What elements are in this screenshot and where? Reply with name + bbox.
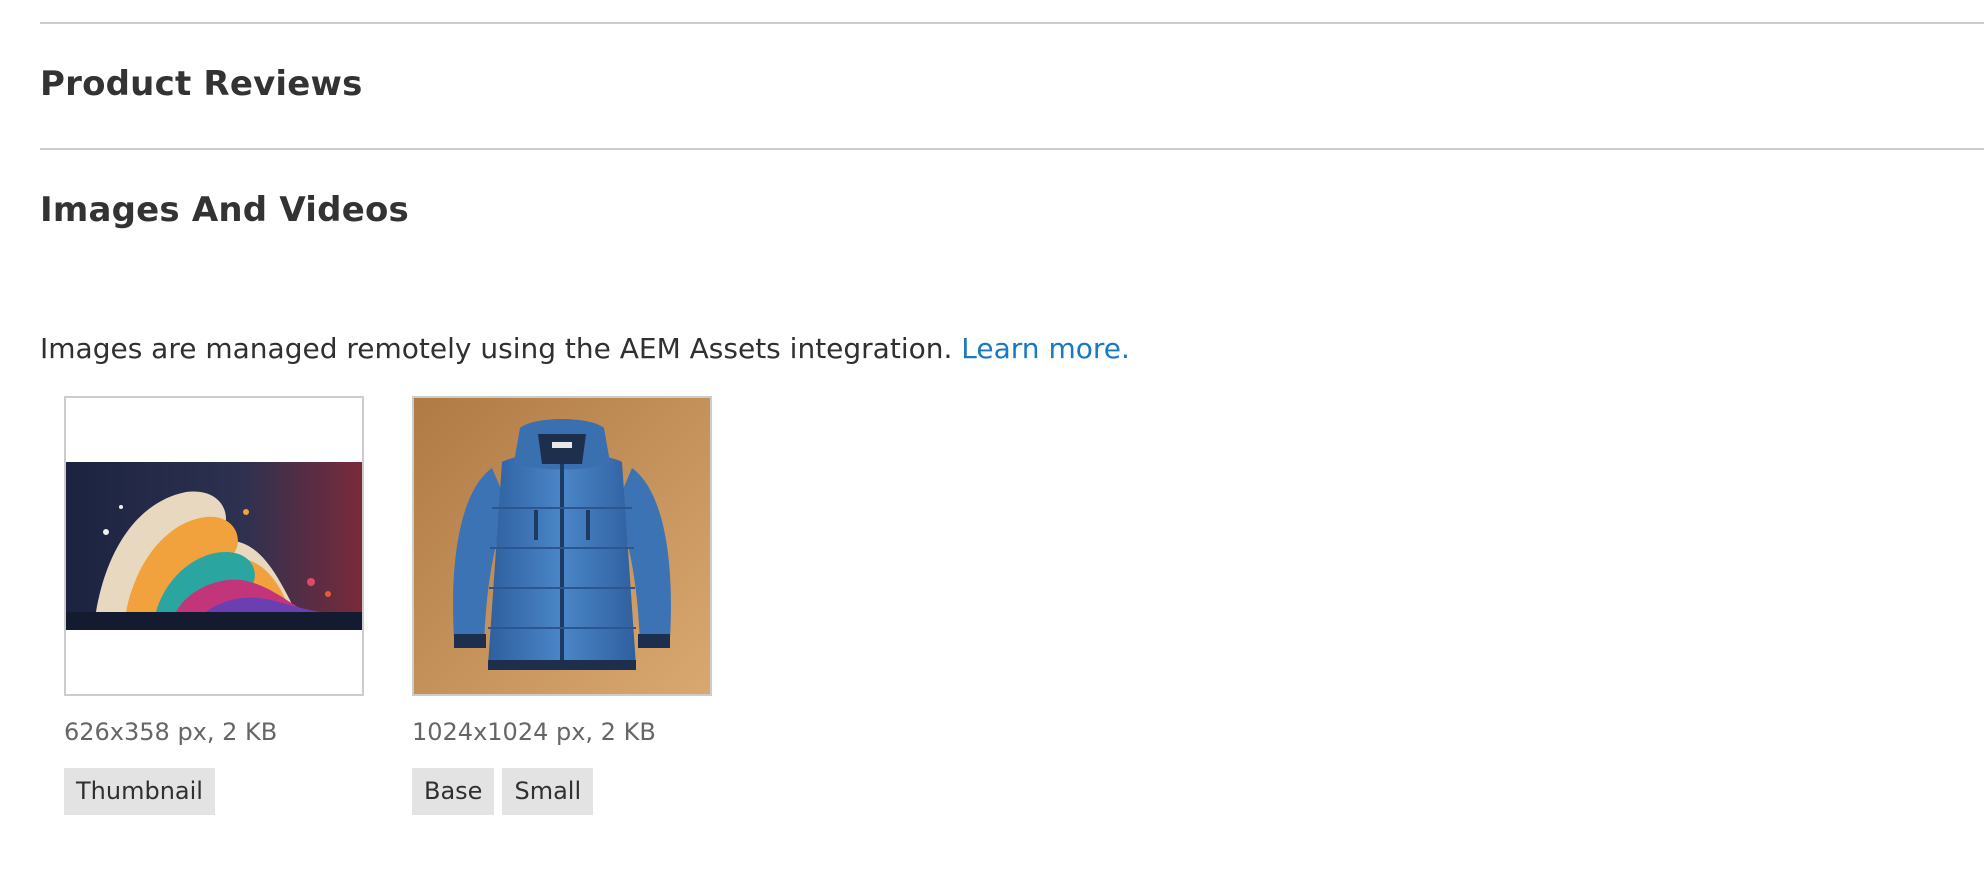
images-and-videos-header[interactable]: Images And Videos — [40, 190, 409, 230]
learn-more-link[interactable]: Learn more. — [961, 332, 1130, 365]
image-roles: Thumbnail — [64, 768, 364, 815]
image-dimensions: 1024x1024 px, 2 KB — [412, 718, 656, 746]
image-roles: Base Small — [412, 768, 712, 815]
image-tile[interactable]: 1024x1024 px, 2 KB Base Small — [412, 396, 712, 815]
role-badge-small: Small — [502, 768, 594, 815]
image-dimensions: 626x358 px, 2 KB — [64, 718, 278, 746]
notice-text: Images are managed remotely using the AE… — [40, 332, 953, 365]
role-badge-base: Base — [412, 768, 495, 815]
aem-assets-notice: Images are managed remotely using the AE… — [40, 332, 1130, 365]
role-badge-thumbnail: Thumbnail — [64, 768, 215, 815]
product-reviews-header[interactable]: Product Reviews — [40, 64, 363, 104]
top-divider — [40, 22, 1984, 24]
image-preview[interactable] — [412, 396, 712, 696]
abstract-splash-image — [66, 462, 362, 630]
image-preview[interactable] — [64, 396, 364, 696]
image-tile[interactable]: 626x358 px, 2 KB Thumbnail — [64, 396, 364, 815]
product-edit-page: Product Reviews Images And Videos Images… — [0, 0, 1984, 892]
section-divider — [40, 148, 1984, 150]
blue-puffer-jacket-image — [414, 398, 710, 694]
